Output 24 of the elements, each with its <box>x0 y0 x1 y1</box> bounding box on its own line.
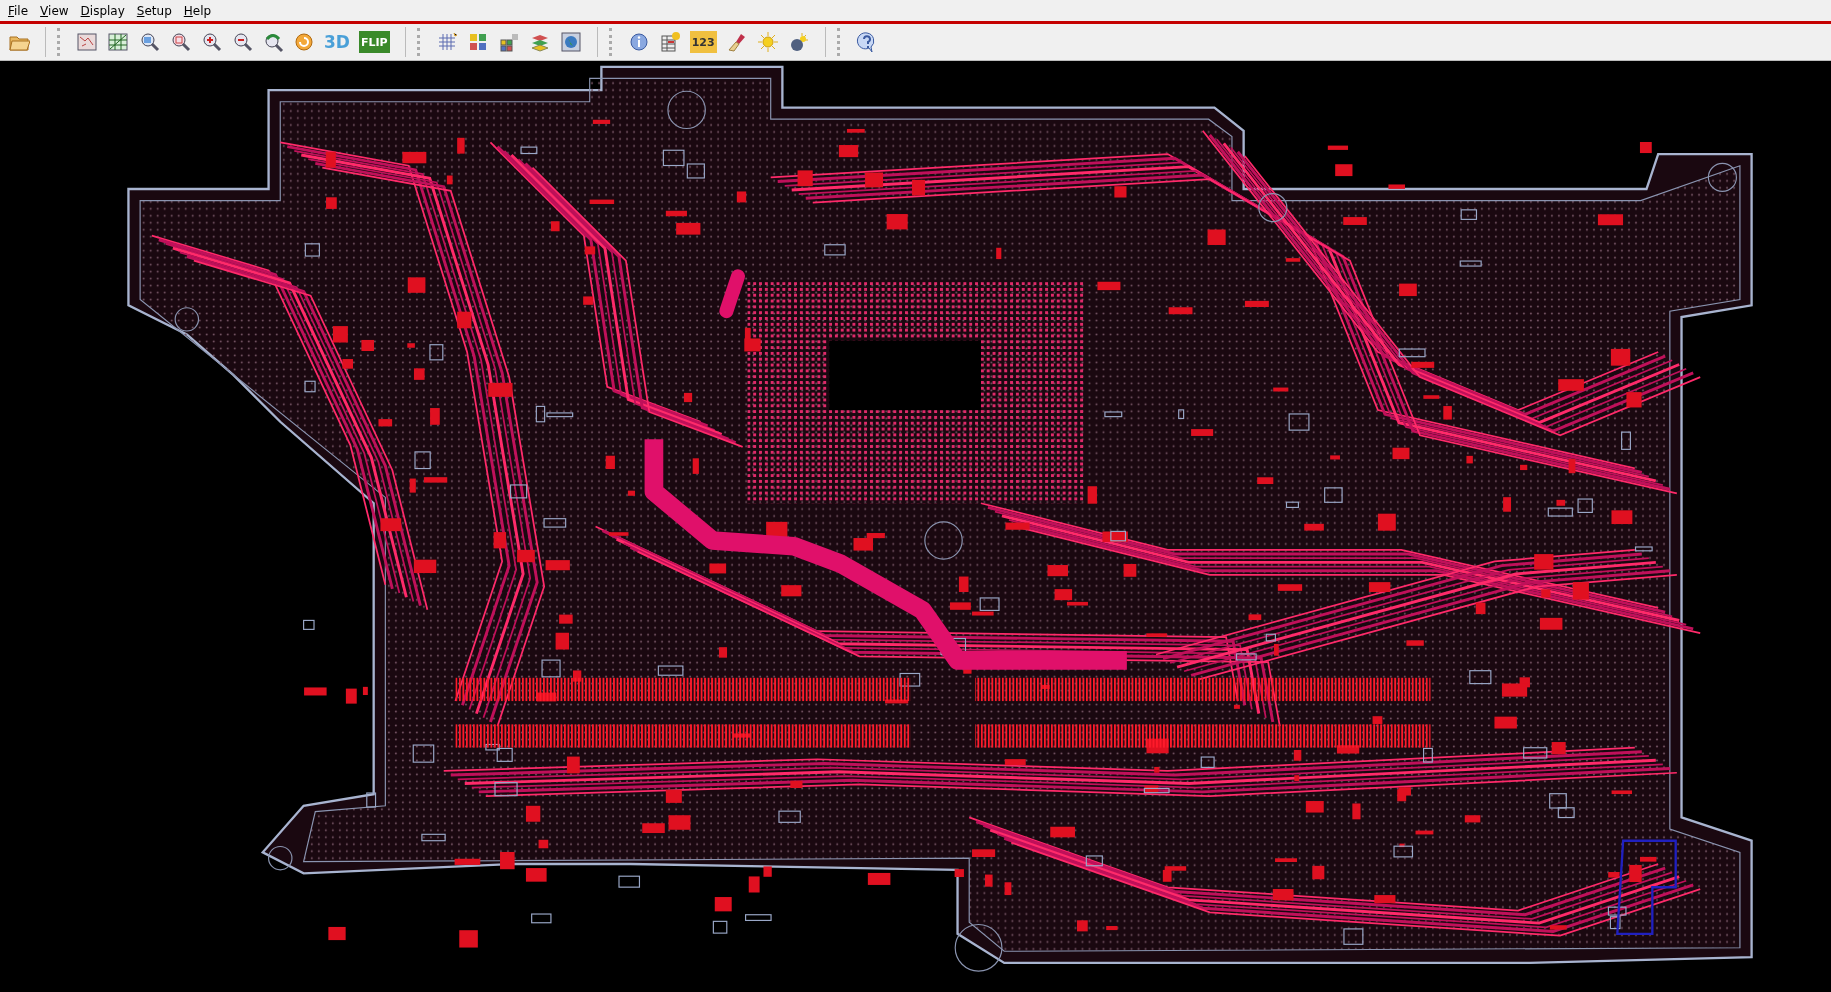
menu-item[interactable]: View <box>34 3 75 18</box>
flip-button[interactable]: FLIP <box>358 31 390 53</box>
refresh-icon[interactable] <box>293 31 315 53</box>
toolbar-grip-handle[interactable] <box>57 28 63 56</box>
table-info-icon[interactable] <box>658 31 681 53</box>
menu-item[interactable]: File <box>2 3 35 18</box>
menu-item[interactable]: Help <box>177 3 218 18</box>
zoom-out-icon[interactable] <box>231 31 253 53</box>
toolbar-grip-handle[interactable] <box>608 28 615 56</box>
ruler-button[interactable]: 123 <box>689 31 717 53</box>
info-icon[interactable] <box>627 31 650 53</box>
menu-item[interactable]: Display <box>74 3 131 18</box>
board-outline-icon[interactable] <box>107 31 129 53</box>
zoom-fit-icon[interactable] <box>169 31 191 53</box>
toolbar-grip-handle[interactable] <box>836 28 843 56</box>
globe-icon[interactable] <box>559 31 582 53</box>
toolbar-grip-handle[interactable] <box>416 28 423 56</box>
menu-item[interactable]: Setup <box>130 3 178 18</box>
zoom-in-icon[interactable] <box>200 31 222 53</box>
brush-icon[interactable] <box>725 31 748 53</box>
zoom-previous-icon[interactable] <box>262 31 284 53</box>
zoom-area-icon[interactable] <box>138 31 160 53</box>
board-view-icon[interactable] <box>76 31 98 53</box>
arrange-icon[interactable] <box>497 31 520 53</box>
